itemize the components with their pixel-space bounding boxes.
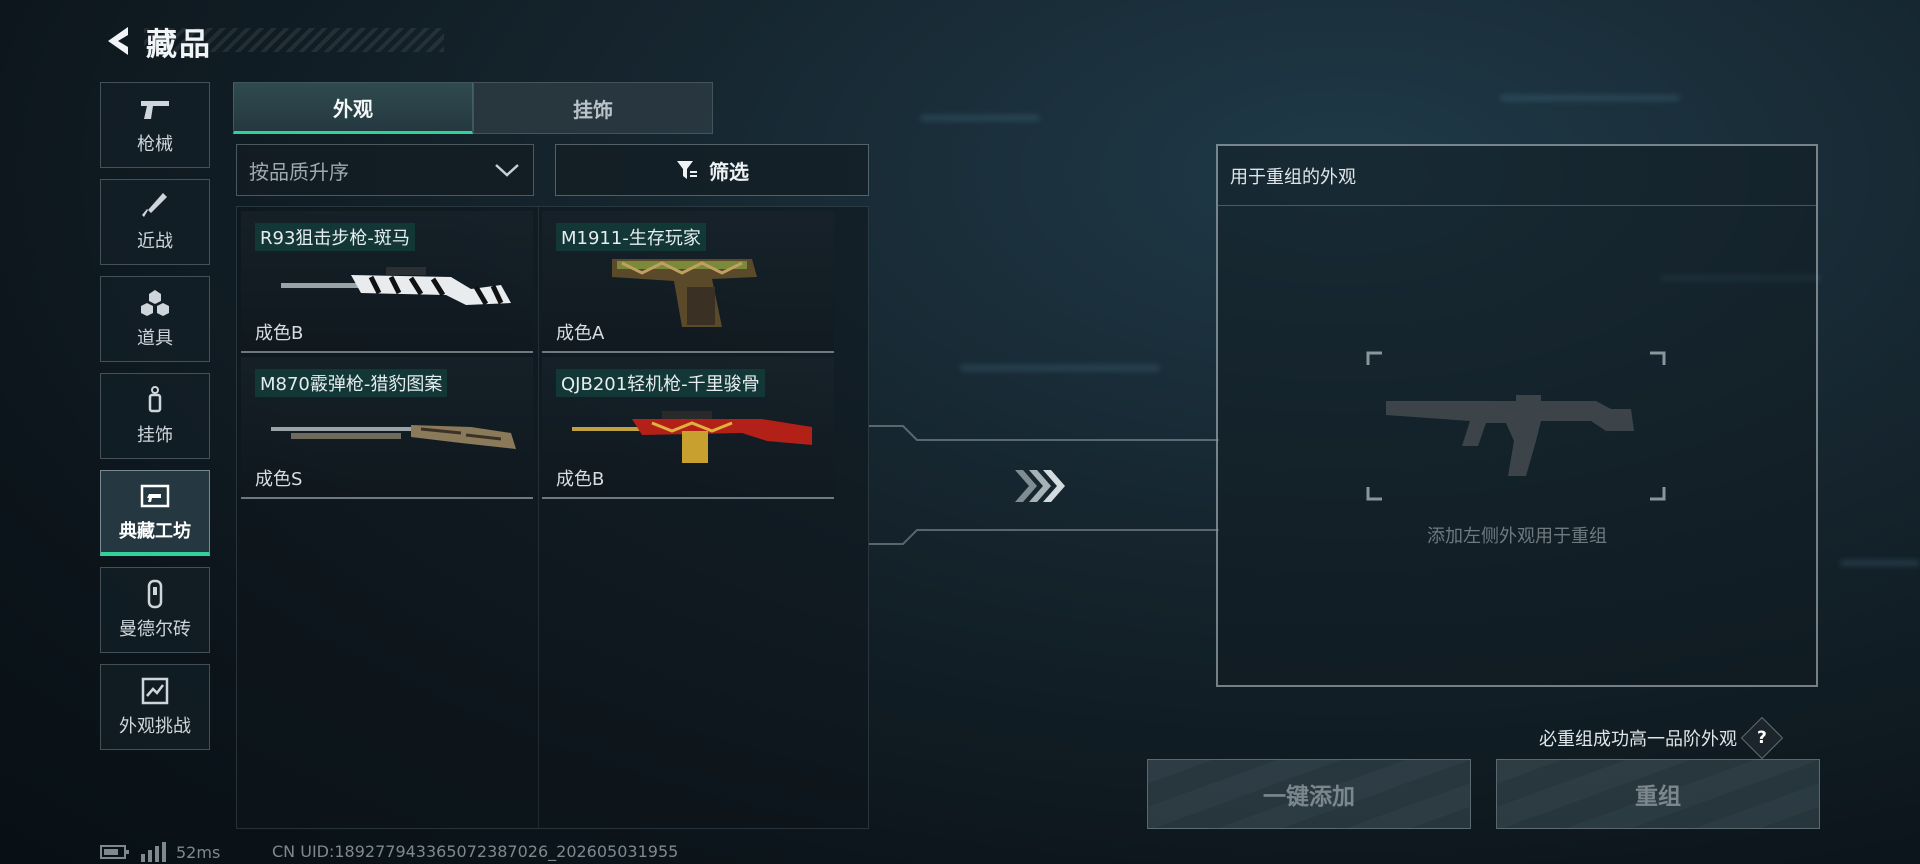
status-bar: 52ms [100,842,220,862]
skin-grade: 成色S [255,469,303,490]
triple-chevron-icon [1015,470,1065,502]
pistol-icon [138,94,172,124]
nav-item-guns[interactable]: 枪械 [100,82,210,168]
battery-icon [100,845,129,859]
page-header: 藏品 [100,18,212,64]
nav-item-charms[interactable]: 挂饰 [100,373,210,459]
category-nav: 枪械 近战 道具 挂饰 典藏工坊 曼德尔砖 外观挑战 [100,82,210,761]
skin-grade: 成色B [556,469,605,490]
nav-item-label: 挂饰 [137,425,173,446]
add-all-button[interactable]: 一键添加 [1147,759,1471,829]
charm-icon [138,385,172,415]
tab-appearance[interactable]: 外观 [233,82,473,134]
sniper-rifle-image [281,267,511,306]
shotgun-image [271,425,516,449]
skin-card[interactable]: M870霰弹枪-猎豹图案 成色S [241,357,533,499]
background-streak [920,115,1040,121]
background-streak [1500,95,1680,101]
recombine-button[interactable]: 重组 [1496,759,1820,829]
items-icon [138,288,172,318]
chevron-down-icon [495,164,519,177]
filter-icon [677,161,697,179]
nav-item-label: 曼德尔砖 [119,619,191,640]
column-divider [538,207,539,828]
workshop-icon [138,481,172,511]
ping-text: 52ms [176,842,221,862]
nav-item-mandel-brick[interactable]: 曼德尔砖 [100,567,210,653]
nav-item-label: 外观挑战 [119,716,191,737]
recombine-header: 用于重组的外观 [1218,146,1816,206]
nav-item-workshop[interactable]: 典藏工坊 [100,470,210,556]
background-streak [1840,560,1920,566]
page-title: 藏品 [146,26,212,63]
nav-item-label: 近战 [137,231,173,252]
connector-graphic [869,425,1219,545]
background-streak [960,365,1160,371]
user-uid: CN UID:18927794336507238702​6_2026050319… [272,842,679,861]
question-icon: ? [1757,728,1767,748]
nav-item-melee[interactable]: 近战 [100,179,210,265]
skin-card[interactable]: M1911-生存玩家 成色A [542,211,834,353]
nav-item-label: 道具 [137,328,173,349]
note-text: 必重组成功高一品阶外观 [1539,729,1737,750]
skin-card[interactable]: R93狙击步枪-斑马 成色B [241,211,533,353]
skin-card[interactable]: QJB201轻机枪-千里骏骨 成色B [542,357,834,499]
filter-button[interactable]: 筛选 [555,144,869,196]
placeholder-text: 添加左侧外观用于重组 [1427,526,1607,547]
back-button[interactable] [100,21,134,61]
nav-item-label: 典藏工坊 [119,520,191,542]
skin-name: M870霰弹枪-猎豹图案 [255,369,448,397]
rifle-placeholder-icon[interactable] [1366,351,1666,501]
light-machine-gun-image [572,411,812,463]
nav-item-items[interactable]: 道具 [100,276,210,362]
nav-item-skin-challenge[interactable]: 外观挑战 [100,664,210,750]
brick-icon [138,579,172,609]
recombine-panel: 用于重组的外观 添加左侧外观用于重组 [1216,144,1818,687]
skin-grid: R93狙击步枪-斑马 成色B M1911-生存玩家 成色A M870霰弹枪-猎豹… [236,206,869,829]
sort-label: 按品质升序 [249,159,349,184]
skin-name: R93狙击步枪-斑马 [255,223,415,251]
sort-dropdown[interactable]: 按品质升序 [236,144,534,196]
skin-grade: 成色B [255,323,304,344]
pistol-image [612,259,757,327]
nav-item-label: 枪械 [137,134,173,155]
skin-grade: 成色A [556,323,605,344]
recombine-note: 必重组成功高一品阶外观 ? [1539,716,1784,760]
back-arrow-icon [108,27,128,55]
help-button[interactable]: ? [1740,716,1784,760]
tab-bar: 外观 挂饰 [233,82,713,134]
skin-name: QJB201轻机枪-千里骏骨 [556,369,765,397]
skin-name: M1911-生存玩家 [556,223,706,251]
knife-icon [138,191,172,221]
signal-icon [141,842,166,862]
tab-charms[interactable]: 挂饰 [473,82,713,134]
filter-label: 筛选 [709,159,749,184]
challenge-icon [138,676,172,706]
